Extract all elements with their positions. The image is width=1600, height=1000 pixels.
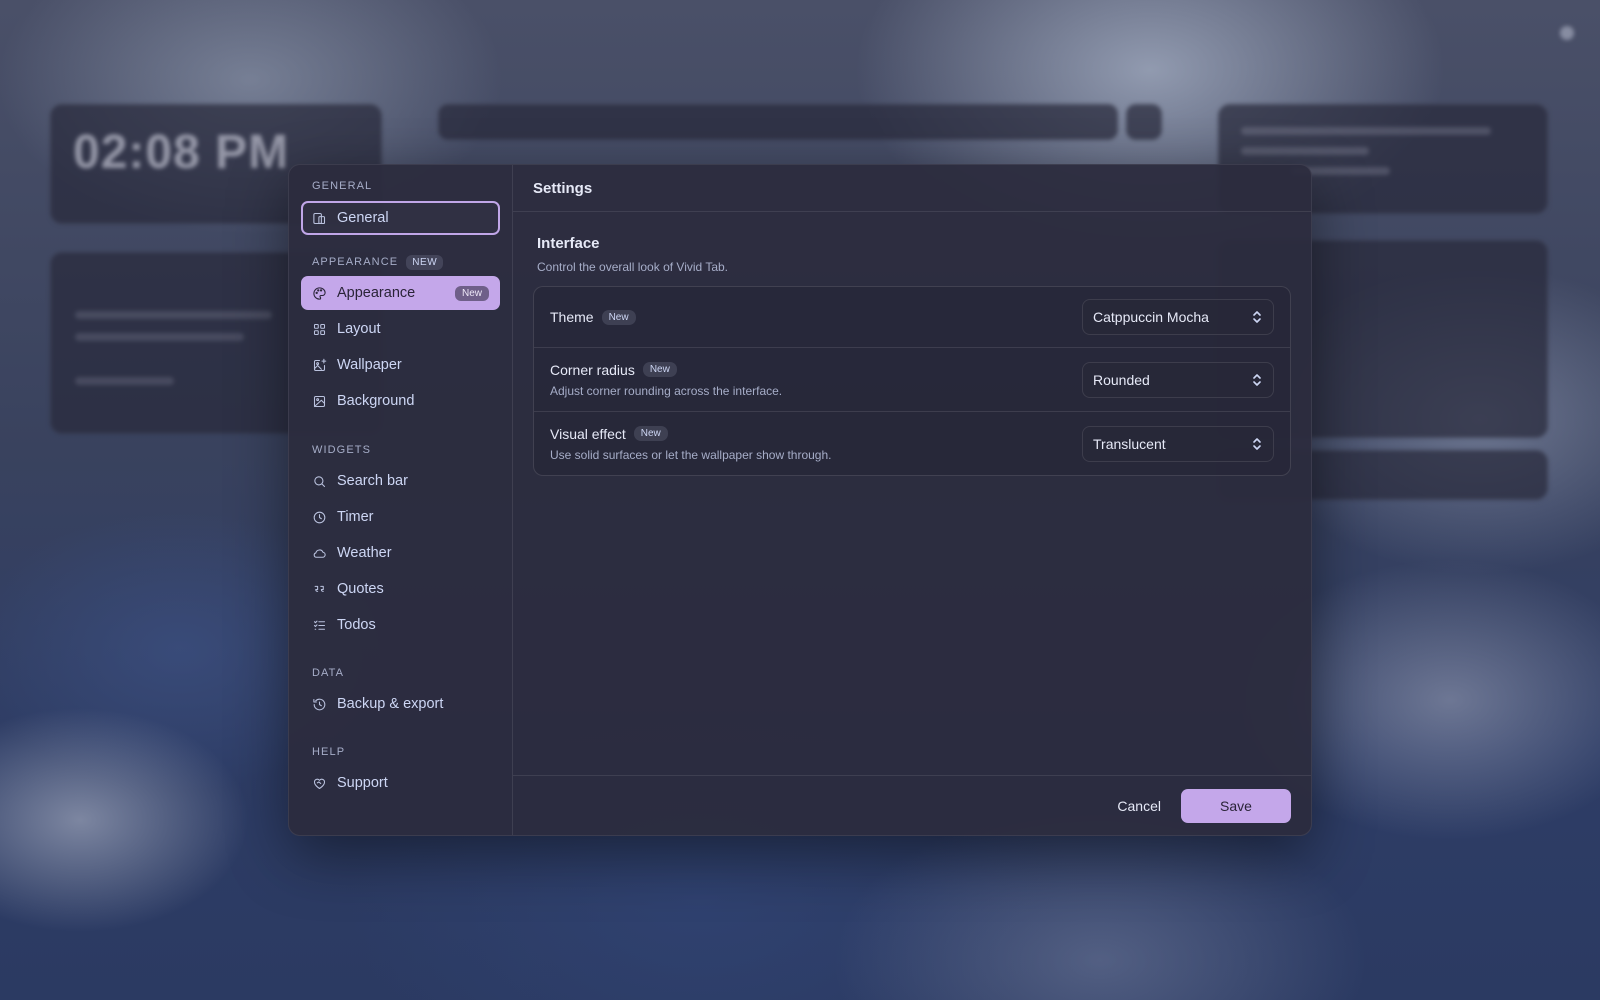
setting-row-theme: Theme New Catppuccin Mocha <box>534 287 1290 348</box>
background-search-button <box>1126 104 1162 140</box>
sidebar-item-label: Search bar <box>337 473 408 489</box>
sidebar-item-timer[interactable]: Timer <box>301 500 500 534</box>
select-value: Rounded <box>1093 371 1150 388</box>
history-icon <box>313 698 326 710</box>
setting-row-corner-radius: Corner radius New Adjust corner rounding… <box>534 348 1290 412</box>
section-new-tag: NEW <box>406 254 444 270</box>
theme-select[interactable]: Catppuccin Mocha <box>1082 299 1274 335</box>
settings-sidebar: GENERAL General APPEARANCE NEW Appearanc… <box>289 165 513 835</box>
dialog-footer: Cancel Save <box>513 775 1311 835</box>
list-todo-icon <box>313 620 326 630</box>
settings-list: Theme New Catppuccin Mocha Corner radius… <box>533 286 1291 476</box>
new-badge: New <box>601 309 636 325</box>
devices-icon <box>313 212 326 224</box>
sidebar-item-label: General <box>337 210 389 226</box>
setting-label: Visual effect <box>550 425 626 442</box>
heart-handshake-icon <box>313 778 326 789</box>
image-icon <box>313 395 326 407</box>
sidebar-item-label: Todos <box>337 617 376 633</box>
sidebar-section-data: DATA <box>312 667 345 679</box>
setting-label: Theme <box>550 309 594 325</box>
corner-dot <box>1560 26 1574 40</box>
sidebar-item-label: Wallpaper <box>337 357 402 373</box>
chevron-up-down-icon <box>1253 311 1261 323</box>
new-badge: New <box>633 426 668 441</box>
sidebar-item-label: Weather <box>337 545 392 561</box>
settings-content: Settings Interface Control the overall l… <box>513 165 1311 835</box>
sidebar-item-wallpaper[interactable]: Wallpaper <box>301 348 500 382</box>
palette-icon <box>313 286 326 300</box>
select-value: Translucent <box>1093 435 1166 452</box>
search-icon <box>314 475 326 487</box>
select-value: Catppuccin Mocha <box>1093 309 1209 325</box>
clock-icon <box>313 511 326 523</box>
dialog-title: Settings <box>513 165 1311 212</box>
new-badge: New <box>642 362 677 377</box>
chevron-up-down-icon <box>1253 373 1261 386</box>
sidebar-item-label: Appearance <box>337 285 416 301</box>
group-description: Control the overall look of Vivid Tab. <box>537 260 728 274</box>
cancel-button[interactable]: Cancel <box>1117 790 1161 822</box>
sidebar-item-search-bar[interactable]: Search bar <box>301 464 500 498</box>
new-badge: New <box>454 285 489 301</box>
sidebar-item-label: Support <box>337 775 388 791</box>
sidebar-section-help: HELP <box>312 746 346 758</box>
sidebar-item-todos[interactable]: Todos <box>301 608 500 642</box>
sidebar-section-general: GENERAL <box>312 180 373 192</box>
chevron-up-down-icon <box>1253 437 1261 450</box>
setting-row-visual-effect: Visual effect New Use solid surfaces or … <box>534 412 1290 475</box>
sidebar-item-label: Timer <box>337 509 374 525</box>
sidebar-item-backup-export[interactable]: Backup & export <box>301 687 500 721</box>
sidebar-item-label: Layout <box>337 321 381 337</box>
setting-description: Use solid surfaces or let the wallpaper … <box>550 447 832 462</box>
sidebar-item-appearance[interactable]: Appearance New <box>301 276 500 310</box>
sidebar-item-quotes[interactable]: Quotes <box>301 572 500 606</box>
group-title: Interface <box>537 235 600 252</box>
corner-radius-select[interactable]: Rounded <box>1082 361 1274 398</box>
image-plus-icon <box>313 358 327 371</box>
sidebar-section-appearance: APPEARANCE NEW <box>301 254 500 270</box>
settings-dialog: GENERAL General APPEARANCE NEW Appearanc… <box>288 164 1312 836</box>
sidebar-item-layout[interactable]: Layout <box>301 312 500 346</box>
sidebar-item-background[interactable]: Background <box>301 384 500 418</box>
grid-icon <box>313 323 326 335</box>
visual-effect-select[interactable]: Translucent <box>1082 425 1274 462</box>
sidebar-item-label: Backup & export <box>337 696 444 712</box>
settings-panel: Interface Control the overall look of Vi… <box>513 212 1311 775</box>
sidebar-item-label: Background <box>337 393 415 409</box>
sidebar-item-general[interactable]: General <box>301 201 500 235</box>
background-search-bar <box>438 104 1118 140</box>
cloud-icon <box>313 548 326 558</box>
sidebar-section-widgets: WIDGETS <box>312 444 372 456</box>
setting-label: Corner radius <box>550 361 635 378</box>
sidebar-item-weather[interactable]: Weather <box>301 536 500 570</box>
save-button[interactable]: Save <box>1181 788 1291 823</box>
setting-description: Adjust corner rounding across the interf… <box>550 383 783 398</box>
sidebar-item-support[interactable]: Support <box>301 766 500 800</box>
quote-icon <box>314 585 324 592</box>
sidebar-item-label: Quotes <box>337 581 384 597</box>
